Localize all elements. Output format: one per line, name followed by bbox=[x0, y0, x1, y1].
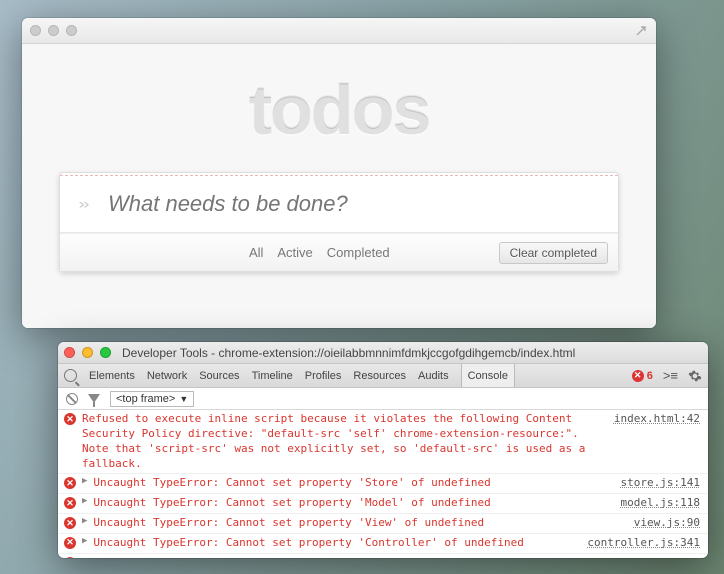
clear-console-icon[interactable] bbox=[66, 393, 78, 405]
error-icon: ✕ bbox=[64, 413, 76, 425]
app-titlebar[interactable] bbox=[22, 18, 656, 44]
devtools-titlebar[interactable]: Developer Tools - chrome-extension://oie… bbox=[58, 342, 708, 364]
disclosure-triangle-icon[interactable]: ▶ bbox=[82, 496, 87, 506]
devtools-tab-bar: Elements Network Sources Timeline Profil… bbox=[58, 364, 708, 388]
log-source-link[interactable]: index.html:42 bbox=[614, 412, 700, 425]
filter-list: All Active Completed bbox=[140, 245, 499, 260]
filter-icon[interactable] bbox=[88, 394, 100, 403]
error-icon: ✕ bbox=[64, 537, 76, 549]
todo-input-row: » bbox=[60, 176, 618, 233]
log-message: Refused to execute inline script because… bbox=[82, 412, 608, 471]
tab-sources[interactable]: Sources bbox=[199, 370, 239, 382]
devtools-window: Developer Tools - chrome-extension://oie… bbox=[58, 342, 708, 558]
console-body: ✕ Refused to execute inline script becaus… bbox=[58, 410, 708, 558]
expand-icon[interactable] bbox=[634, 24, 648, 38]
console-log-row: ✕ Refused to execute inline script becaus… bbox=[58, 410, 708, 474]
frame-selector-label: <top frame> bbox=[116, 393, 175, 405]
console-log-row: ✕ ▶ Uncaught ReferenceError: app is not de… bbox=[58, 554, 708, 558]
close-dot[interactable] bbox=[30, 25, 41, 36]
error-icon: ✕ bbox=[64, 477, 76, 489]
log-message: Uncaught TypeError: Cannot set property … bbox=[93, 536, 581, 551]
console-toolbar: <top frame> ▼ bbox=[58, 388, 708, 410]
log-message: Uncaught ReferenceError: app is not defi… bbox=[93, 556, 634, 558]
log-source-link[interactable]: model.js:118 bbox=[621, 496, 700, 509]
log-source-link[interactable]: controller.js:341 bbox=[587, 536, 700, 549]
error-icon: ✕ bbox=[64, 517, 76, 529]
tab-console[interactable]: Console bbox=[461, 364, 515, 387]
error-icon: ✕ bbox=[64, 557, 76, 558]
toggle-all-icon[interactable]: » bbox=[60, 176, 108, 232]
tab-resources[interactable]: Resources bbox=[353, 370, 406, 382]
console-log-row: ✕ ▶ Uncaught TypeError: Cannot set propert… bbox=[58, 534, 708, 554]
console-log-row: ✕ ▶ Uncaught TypeError: Cannot set propert… bbox=[58, 474, 708, 494]
tab-timeline[interactable]: Timeline bbox=[252, 370, 293, 382]
devtools-title: Developer Tools - chrome-extension://oie… bbox=[122, 346, 575, 360]
zoom-dot[interactable] bbox=[66, 25, 77, 36]
tab-audits[interactable]: Audits bbox=[418, 370, 449, 382]
traffic-lights bbox=[30, 25, 77, 36]
frame-selector[interactable]: <top frame> ▼ bbox=[110, 391, 194, 407]
tab-profiles[interactable]: Profiles bbox=[305, 370, 342, 382]
zoom-dot[interactable] bbox=[100, 347, 111, 358]
tab-elements[interactable]: Elements bbox=[89, 370, 135, 382]
disclosure-triangle-icon[interactable]: ▶ bbox=[82, 516, 87, 526]
close-dot[interactable] bbox=[64, 347, 75, 358]
disclosure-triangle-icon[interactable]: ▶ bbox=[82, 476, 87, 486]
console-log-row: ✕ ▶ Uncaught TypeError: Cannot set propert… bbox=[58, 494, 708, 514]
console-log-row: ✕ ▶ Uncaught TypeError: Cannot set propert… bbox=[58, 514, 708, 534]
gear-icon[interactable] bbox=[688, 369, 702, 383]
filter-all[interactable]: All bbox=[249, 245, 263, 260]
tab-network[interactable]: Network bbox=[147, 370, 187, 382]
todo-footer: All Active Completed Clear completed bbox=[60, 233, 618, 271]
log-source-link[interactable]: app.js:11 bbox=[640, 556, 700, 558]
chevron-down-icon: ▼ bbox=[179, 394, 188, 404]
error-count[interactable]: ✕ 6 bbox=[632, 370, 653, 382]
app-title: todos bbox=[249, 70, 430, 150]
minimize-dot[interactable] bbox=[82, 347, 93, 358]
filter-completed[interactable]: Completed bbox=[327, 245, 390, 260]
error-icon: ✕ bbox=[64, 497, 76, 509]
search-icon[interactable] bbox=[64, 369, 77, 382]
disclosure-triangle-icon[interactable]: ▶ bbox=[82, 536, 87, 546]
disclosure-triangle-icon[interactable]: ▶ bbox=[82, 556, 87, 558]
log-source-link[interactable]: store.js:141 bbox=[621, 476, 700, 489]
filter-active[interactable]: Active bbox=[277, 245, 312, 260]
log-source-link[interactable]: view.js:90 bbox=[634, 516, 700, 529]
todo-container: » All Active Completed Clear completed bbox=[59, 172, 619, 272]
app-body: todos » All Active Completed Clear compl… bbox=[22, 44, 656, 328]
log-message: Uncaught TypeError: Cannot set property … bbox=[93, 496, 614, 511]
clear-completed-button[interactable]: Clear completed bbox=[499, 242, 608, 264]
error-badge-icon: ✕ bbox=[632, 370, 644, 382]
log-message: Uncaught TypeError: Cannot set property … bbox=[93, 476, 614, 491]
error-count-value: 6 bbox=[647, 370, 653, 382]
minimize-dot[interactable] bbox=[48, 25, 59, 36]
new-todo-input[interactable] bbox=[108, 176, 618, 232]
toggle-drawer-icon[interactable]: >≡ bbox=[663, 368, 678, 383]
todos-app-window: todos » All Active Completed Clear compl… bbox=[22, 18, 656, 328]
log-message: Uncaught TypeError: Cannot set property … bbox=[93, 516, 627, 531]
